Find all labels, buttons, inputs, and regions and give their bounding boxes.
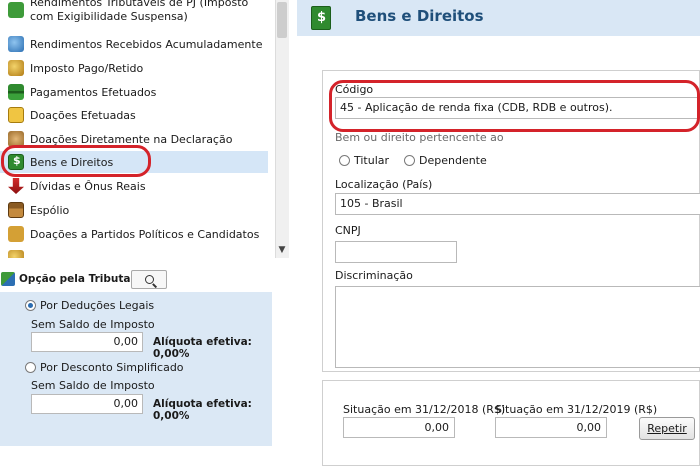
nav-item-label: Doações Diretamente na Declaração xyxy=(30,132,233,146)
nav-item-label: Bens e Direitos xyxy=(30,155,114,169)
cnpj-label: CNPJ xyxy=(335,224,361,237)
titular-label: Titular xyxy=(354,154,390,167)
money-icon xyxy=(8,84,24,100)
globe-icon xyxy=(8,36,24,52)
nav-item-espolio[interactable]: Espólio xyxy=(0,199,268,221)
nav-item-bens-e-direitos[interactable]: Bens e Direitos xyxy=(0,151,268,173)
repetir-button[interactable]: Repetir xyxy=(639,417,695,440)
page-title: Bens e Direitos xyxy=(355,7,484,25)
nav-item-label: Imposto Pago/Retido xyxy=(30,61,144,75)
main-panel: Bens e Direitos Código 45 - Aplicação de… xyxy=(297,0,700,466)
nav-scrollbar[interactable] xyxy=(275,0,289,258)
padlock-icon xyxy=(8,226,24,242)
nav-item-label: Espólio xyxy=(30,203,70,217)
nav-item-doacoes-declaracao[interactable]: Doações Diretamente na Declaração xyxy=(0,128,268,150)
tributacao-panel: Opção pela Tributação: Por Deduções Lega… xyxy=(0,266,272,446)
deducoes-aliquota: Alíquota efetiva: 0,00% xyxy=(153,336,252,360)
nav-item-rendimentos-pj-suspensa[interactable]: Rendimentos Tributáveis de PJ (Imposto c… xyxy=(0,0,268,26)
nav-list: Rendimentos Tributáveis de PJ (Imposto c… xyxy=(0,0,275,258)
situacao-2018-input[interactable]: 0,00 xyxy=(343,417,455,438)
bens-dollar-icon xyxy=(8,154,24,170)
nav-scrollbar-thumb[interactable] xyxy=(277,2,287,38)
bens-dollar-icon xyxy=(311,6,331,30)
document-dollar-icon xyxy=(8,107,24,123)
tributacao-header: Opção pela Tributação: xyxy=(0,266,272,292)
codigo-field[interactable]: 45 - Aplicação de renda fixa (CDB, RDB e… xyxy=(335,97,700,119)
radio-deducoes-legais[interactable]: Por Deduções Legais xyxy=(25,299,154,312)
cnpj-input[interactable] xyxy=(335,241,457,263)
page-header: Bens e Direitos xyxy=(297,0,700,36)
nav-item-label: Doações Efetuadas xyxy=(30,108,136,122)
green-arrows-icon xyxy=(8,2,24,18)
tributacao-search-button[interactable] xyxy=(131,270,167,289)
nav-item-label: Dívidas e Ônus Reais xyxy=(30,179,146,193)
nav-item-label: Rendimentos Tributáveis de PJ (Imposto c… xyxy=(30,0,249,23)
radio-desconto-label: Por Desconto Simplificado xyxy=(40,361,184,374)
magnifier-icon xyxy=(144,275,154,284)
red-down-arrow-icon xyxy=(8,178,24,194)
coin-hand-icon xyxy=(8,60,24,76)
discriminacao-label: Discriminação xyxy=(335,269,413,282)
situacao-2019-input[interactable]: 0,00 xyxy=(495,417,607,438)
radio-deducoes-label: Por Deduções Legais xyxy=(40,299,155,312)
codigo-label: Código xyxy=(335,83,374,96)
nav-item-label: Doações a Partidos Políticos e Candidato… xyxy=(30,227,260,241)
nav-item-label: Pagamentos Efetuados xyxy=(30,85,157,99)
tributacao-arrows-icon xyxy=(1,272,15,286)
pertence-label: Bem ou direito pertencente ao xyxy=(335,131,504,144)
radio-circle[interactable] xyxy=(404,155,415,166)
nav-item-cutoff[interactable] xyxy=(0,247,268,258)
nav-item-doacoes-efetuadas[interactable]: Doações Efetuadas xyxy=(0,104,268,126)
localizacao-field[interactable]: 105 - Brasil xyxy=(335,193,700,215)
bens-form: Código 45 - Aplicação de renda fixa (CDB… xyxy=(322,70,700,372)
radio-desconto-simplificado[interactable]: Por Desconto Simplificado xyxy=(25,361,184,374)
radio-circle[interactable] xyxy=(25,362,36,373)
chest-icon xyxy=(8,202,24,218)
dependente-label: Dependente xyxy=(419,154,487,167)
scroll-down-arrow-icon[interactable]: ▼ xyxy=(277,244,287,256)
situacao-2019-label: Situação em 31/12/2019 (R$) xyxy=(495,403,658,416)
discriminacao-textarea[interactable] xyxy=(335,286,700,368)
repetir-label: Repetir xyxy=(647,422,687,435)
nav-item-pagamentos-efetuados[interactable]: Pagamentos Efetuados xyxy=(0,81,268,103)
radio-circle[interactable] xyxy=(339,155,350,166)
left-navigation-panel: Rendimentos Tributáveis de PJ (Imposto c… xyxy=(0,0,290,466)
localizacao-label: Localização (País) xyxy=(335,178,433,191)
radio-titular[interactable]: Titular xyxy=(339,154,389,167)
radio-dependente[interactable]: Dependente xyxy=(404,154,487,167)
nav-item-imposto-pago[interactable]: Imposto Pago/Retido xyxy=(0,57,268,79)
desconto-value-field: 0,00 xyxy=(31,394,143,414)
coin-icon xyxy=(8,250,24,258)
people-icon xyxy=(8,131,24,147)
nav-item-doacoes-partidos[interactable]: Doações a Partidos Políticos e Candidato… xyxy=(0,223,268,245)
nav-item-dividas-onus[interactable]: Dívidas e Ônus Reais xyxy=(0,175,268,197)
desconto-saldo-label: Sem Saldo de Imposto xyxy=(31,379,155,392)
desconto-aliquota: Alíquota efetiva: 0,00% xyxy=(153,398,252,422)
nav-item-label: Rendimentos Recebidos Acumuladamente xyxy=(30,37,263,51)
deducoes-value-field: 0,00 xyxy=(31,332,143,352)
nav-item-rendimentos-acumuladamente[interactable]: Rendimentos Recebidos Acumuladamente xyxy=(0,33,268,55)
situacao-panel: Situação em 31/12/2018 (R$) 0,00 Situaçã… xyxy=(322,380,700,466)
radio-circle-selected[interactable] xyxy=(25,300,36,311)
situacao-2018-label: Situação em 31/12/2018 (R$) xyxy=(343,403,506,416)
deducoes-saldo-label: Sem Saldo de Imposto xyxy=(31,318,155,331)
